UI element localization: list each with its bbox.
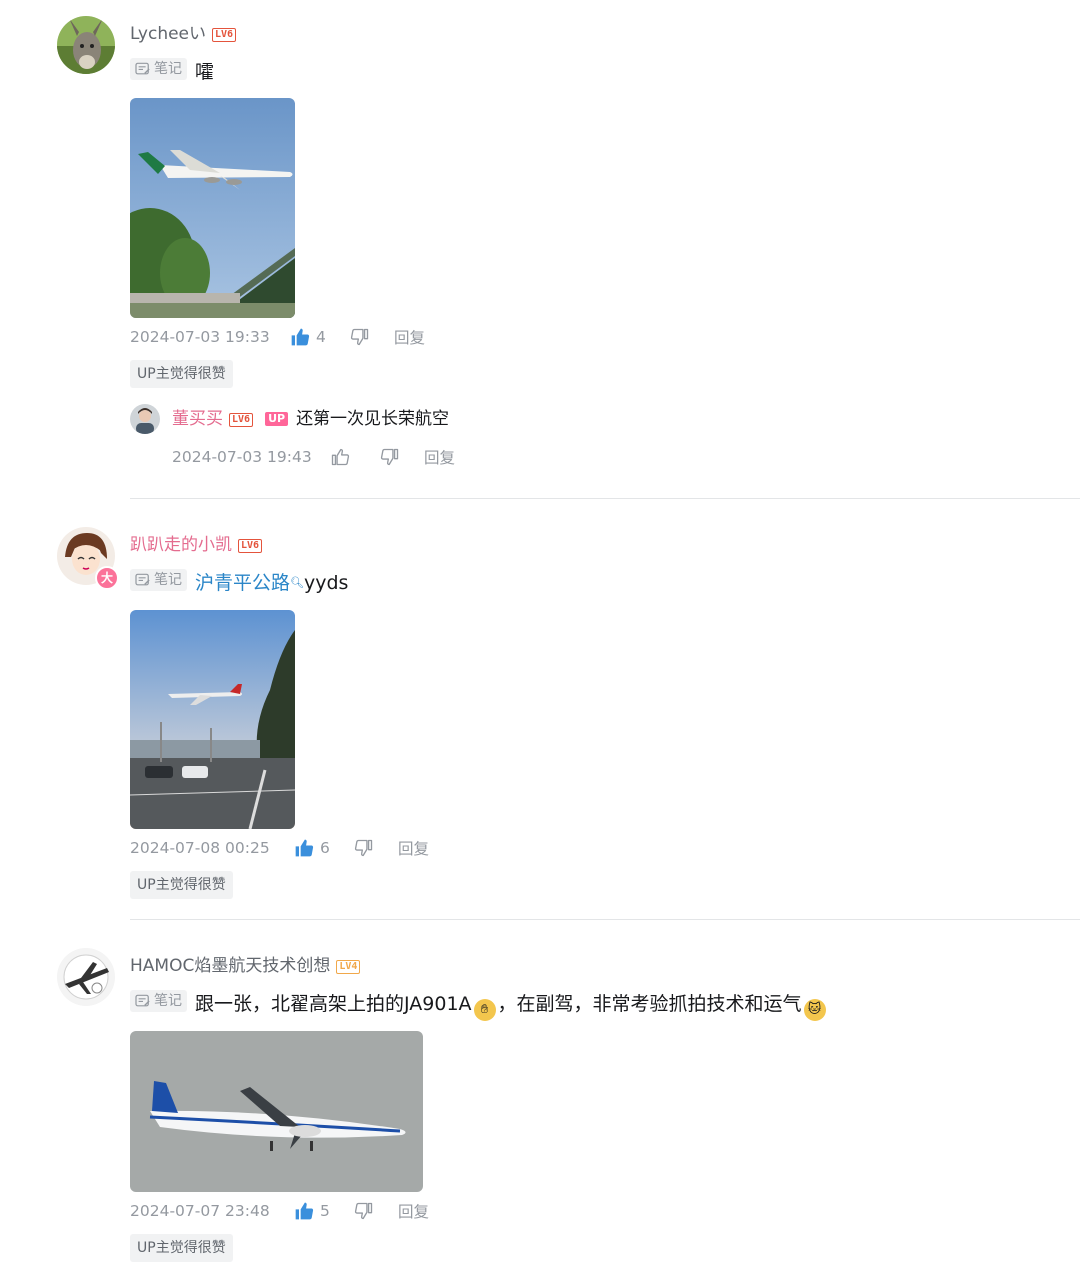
like-count: 5 [320,1202,330,1220]
reply-body: 还第一次见长荣航空 [296,409,450,429]
thumb-up-icon [330,447,350,467]
reply-button[interactable]: 回复 [398,837,429,859]
note-tag-label: 笔记 [154,572,182,588]
dislike-button[interactable] [350,327,394,347]
note-icon [135,573,151,587]
divider [130,919,1080,920]
like-button[interactable]: 6 [294,838,354,858]
comment-date: 2024-07-08 00:25 [130,839,270,857]
username[interactable]: Lycheeい LV6 [130,23,237,45]
comment-image[interactable] [130,1031,423,1192]
comment-meta: 2024-07-07 23:48 5 回复 [130,1199,429,1223]
vip-badge: 大 [95,566,119,590]
thumb-up-icon [294,838,314,858]
reply-avatar[interactable] [130,404,160,434]
comment-date: 2024-07-07 23:48 [130,1202,270,1220]
like-button[interactable] [330,447,380,467]
comment-item: Lycheeい LV6 笔记 嚯 2024-07-03 19:33 4 回复 U… [0,0,1080,500]
username-text[interactable]: HAMOC焰墨航天技术创想 [130,956,330,976]
thumb-up-icon [294,1201,314,1221]
comment-body: 嚯 [195,61,215,83]
username[interactable]: 趴趴走的小凯 LV6 [130,534,263,556]
cat-emoji-icon: 🐱︎ [803,999,826,1021]
thumb-down-icon [354,838,374,858]
thumb-up-icon [290,327,310,347]
note-tag[interactable]: 笔记 [130,990,187,1012]
reply-button[interactable]: 回复 [398,1200,429,1222]
thumb-down-icon [380,447,400,467]
reply-button[interactable]: 回复 [424,446,455,468]
dislike-button[interactable] [354,1201,398,1221]
thumb-down-icon [354,1201,374,1221]
comment-image[interactable] [130,610,295,829]
username[interactable]: HAMOC焰墨航天技术创想 LV4 [130,955,361,977]
comment-date: 2024-07-03 19:33 [130,328,270,346]
comment-text: 笔记 跟一张，北翟高架上拍的JA901A ✋︎ ，在副驾，非常考验抓拍技术和运气 🐱︎ [130,990,828,1021]
comment-text: 笔记 嚯 [130,58,214,86]
note-icon [135,994,151,1008]
up-liked-badge: UP主觉得很赞 [130,360,233,388]
search-icon: 🔍︎ [290,576,304,589]
location-link-text[interactable]: 沪青平公路 [195,572,290,594]
comment-meta: 2024-07-03 19:33 4 回复 [130,325,425,349]
comment-body: yyds [303,572,349,594]
username-text[interactable]: 趴趴走的小凯 [130,535,232,555]
note-tag[interactable]: 笔记 [130,58,187,80]
level-badge: LV6 [238,539,263,553]
note-tag-label: 笔记 [154,993,182,1009]
up-tag: UP [265,412,289,426]
comment-body-cont: ，在副驾，非常考验抓拍技术和运气 [497,993,802,1015]
note-tag[interactable]: 笔记 [130,569,187,591]
like-count: 4 [316,328,326,346]
divider [130,498,1080,499]
dislike-button[interactable] [380,447,424,467]
comment-meta: 2024-07-08 00:25 6 回复 [130,836,429,860]
vip-badge-text: 大 [100,571,113,585]
like-button[interactable]: 4 [290,327,350,347]
up-liked-badge: UP主觉得很赞 [130,1234,233,1262]
comment-text: 笔记 沪青平公路🔍︎yyds [130,569,348,597]
level-badge: LV6 [229,413,254,427]
avatar[interactable] [57,16,115,74]
level-badge: LV4 [336,960,361,974]
avatar[interactable] [57,948,115,1006]
reply-item: 董买买 LV6 UP 还第一次见长荣航空 [172,406,449,432]
comment-image[interactable] [130,98,295,318]
reply-button[interactable]: 回复 [394,326,425,348]
up-liked-badge: UP主觉得很赞 [130,871,233,899]
dislike-button[interactable] [354,838,398,858]
username-text[interactable]: Lycheeい [130,24,206,44]
thumb-down-icon [350,327,370,347]
reply-username[interactable]: 董买买 [172,409,223,429]
note-tag-label: 笔记 [154,61,182,77]
like-count: 6 [320,839,330,857]
level-badge: LV6 [212,28,237,42]
reply-date: 2024-07-03 19:43 [172,448,312,466]
reply-meta: 2024-07-03 19:43 回复 [172,445,455,469]
location-link[interactable]: 沪青平公路🔍︎ [195,572,304,594]
like-button[interactable]: 5 [294,1201,354,1221]
comment-body: 跟一张，北翟高架上拍的JA901A [195,993,472,1015]
facepalm-emoji-icon: ✋︎ [473,999,496,1021]
note-icon [135,62,151,76]
